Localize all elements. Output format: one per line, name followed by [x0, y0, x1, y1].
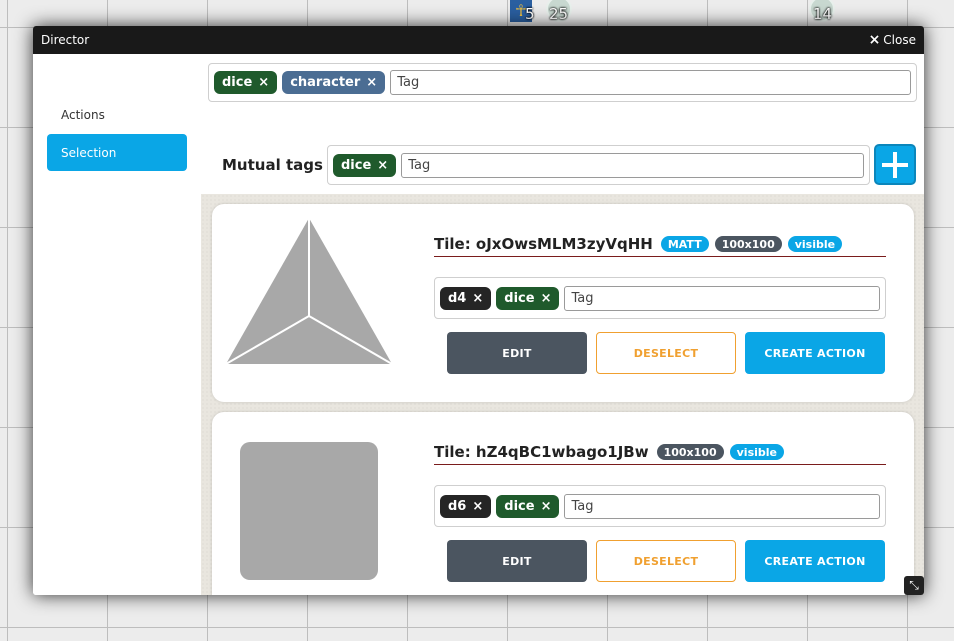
tile-tag-input[interactable] [564, 285, 880, 311]
close-label: Close [883, 33, 916, 47]
remove-tag-icon[interactable]: × [258, 75, 269, 90]
edit-button[interactable]: EDIT [447, 540, 587, 582]
selection-tag-filter: dice × character × [208, 63, 917, 102]
sidebar-item-actions[interactable]: Actions [47, 96, 187, 133]
tag-chip: dice × [496, 286, 560, 310]
close-button[interactable]: × Close [869, 32, 916, 48]
remove-tag-icon[interactable]: × [377, 158, 388, 173]
mutual-tag-box: dice × [327, 145, 870, 185]
add-mutual-tag-button[interactable] [874, 144, 916, 185]
deselect-button[interactable]: DESELECT [596, 332, 736, 374]
token-b-number: 25 [549, 5, 569, 23]
tile-tag-box: d4 × dice × [434, 277, 886, 319]
tag-label: dice [504, 498, 535, 514]
d4-triangle-icon [225, 218, 393, 365]
edit-button[interactable]: EDIT [447, 332, 587, 374]
tag-chip: dice × [214, 71, 278, 94]
d6-square-icon [240, 442, 378, 580]
deselect-button[interactable]: DESELECT [596, 540, 736, 582]
tile-title: Tile: hZ4qBC1wbago1JBw [434, 443, 649, 461]
tile-tag-box: d6 × dice × [434, 485, 886, 527]
tag-chip: d4 × [440, 286, 492, 310]
sidebar: Actions Selection [33, 54, 201, 595]
sidebar-item-label: Selection [61, 145, 117, 160]
tile-card: Tile: oJxOwsMLM3zyVqHH MATT 100x100 visi… [212, 204, 914, 402]
remove-tag-icon[interactable]: × [541, 499, 552, 514]
tile-header: Tile: hZ4qBC1wbago1JBw 100x100 visible [434, 440, 886, 465]
remove-tag-icon[interactable]: × [472, 291, 483, 306]
window-titlebar[interactable]: Director × Close [33, 26, 924, 54]
selection-list[interactable]: Tile: oJxOwsMLM3zyVqHH MATT 100x100 visi… [201, 194, 924, 595]
mutual-tag-input[interactable] [401, 152, 864, 178]
owner-badge: MATT [660, 236, 709, 252]
size-badge: 100x100 [714, 236, 782, 252]
plus-icon-bar [882, 162, 908, 167]
close-icon: × [868, 32, 881, 48]
tag-label: dice [504, 290, 535, 306]
create-action-button[interactable]: CREATE ACTION [745, 540, 885, 582]
tile-header: Tile: oJxOwsMLM3zyVqHH MATT 100x100 visi… [434, 232, 886, 257]
tag-label: character [290, 75, 361, 90]
tag-label: d6 [448, 498, 467, 514]
visibility-badge: visible [787, 236, 843, 252]
director-window: Director × Close Actions Selection dice … [33, 26, 924, 595]
resize-handle-icon[interactable]: ⤡ [904, 576, 924, 595]
visibility-badge: visible [729, 444, 784, 460]
tag-search-input[interactable] [390, 70, 911, 95]
token-c-number: 14 [813, 5, 833, 23]
token-a-number: 5 [525, 5, 535, 23]
remove-tag-icon[interactable]: × [541, 291, 552, 306]
remove-tag-icon[interactable]: × [366, 75, 377, 90]
tile-tag-input[interactable] [564, 493, 880, 519]
main-panel: dice × character × Mutual tags dice × [201, 54, 924, 595]
tag-chip: d6 × [440, 494, 492, 518]
remove-tag-icon[interactable]: × [472, 499, 483, 514]
tag-chip: character × [282, 71, 386, 94]
tile-title: Tile: oJxOwsMLM3zyVqHH [434, 235, 653, 253]
tile-card: Tile: hZ4qBC1wbago1JBw 100x100 visible d… [212, 412, 914, 595]
tag-label: dice [341, 157, 372, 173]
size-badge: 100x100 [656, 444, 724, 460]
window-title: Director [41, 33, 90, 47]
tag-chip: dice × [496, 494, 560, 518]
tag-label: d4 [448, 290, 467, 306]
tag-label: dice [222, 75, 253, 90]
sidebar-item-label: Actions [61, 107, 105, 122]
create-action-button[interactable]: CREATE ACTION [745, 332, 885, 374]
mutual-tags-label: Mutual tags [222, 156, 323, 174]
sidebar-item-selection[interactable]: Selection [47, 134, 187, 171]
tag-chip: dice × [333, 153, 397, 177]
